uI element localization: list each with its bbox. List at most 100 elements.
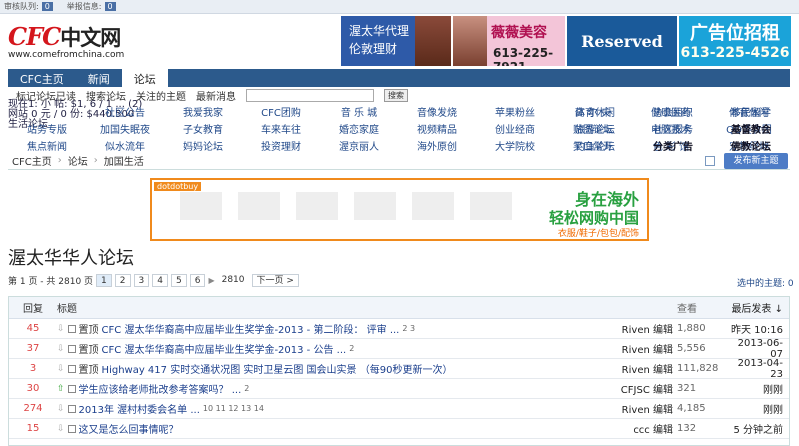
category-link[interactable]: 婚恋家庭: [320, 121, 398, 136]
table-row[interactable]: 30 ⇧ 学生应该给老师批改参考答案吗？ ... 2 CFJSC 编辑 321 刚刚: [9, 379, 789, 399]
topic-pages[interactable]: 2: [349, 344, 354, 353]
page-link-last[interactable]: 2810: [218, 274, 249, 287]
latest-news-link[interactable]: 最新消息: [196, 88, 236, 103]
category-link[interactable]: 我爱我家: [164, 104, 242, 119]
category-link[interactable]: 焦点新闻: [8, 138, 86, 153]
tab-news[interactable]: 新闻: [76, 69, 122, 87]
col-views[interactable]: 查看: [677, 300, 729, 315]
topic-pages[interactable]: 2 3: [402, 324, 415, 333]
topic-link[interactable]: CFC 渥太华华裔高中应届毕业生奖学金-2013 - 第二阶段： 评审 ...: [102, 321, 400, 336]
tab-home[interactable]: CFC主页: [8, 69, 76, 87]
table-row[interactable]: 37 ⇩ 置顶 CFC 渥太华华裔高中应届毕业生奖学金-2013 - 公告 ... 2 R…: [9, 338, 789, 360]
report-info[interactable]: 举报信息: 0: [67, 1, 116, 12]
select-checkbox[interactable]: [67, 364, 76, 373]
page-link[interactable]: 5: [170, 274, 187, 287]
site-header: CFC中文网 www.comefromchina.com 渥太华代理 伦敦理财 薇…: [0, 16, 799, 68]
watched-topics-link[interactable]: 关注的主题: [136, 88, 186, 103]
category-link[interactable]: 佛教论坛: [712, 138, 790, 153]
author[interactable]: Riven 编辑: [605, 321, 677, 336]
ad-beauty[interactable]: 薇薇美容 613-225-7921: [453, 16, 565, 66]
page-link[interactable]: 3: [133, 274, 150, 287]
author[interactable]: Riven 编辑: [605, 341, 677, 356]
category-link[interactable]: 体育休闲: [556, 104, 634, 119]
search-button[interactable]: 搜索: [384, 88, 408, 102]
category-link[interactable]: 移民留学: [712, 104, 790, 119]
table-row[interactable]: 45 ⇩ 置顶 CFC 渥太华华裔高中应届毕业生奖学金-2013 - 第二阶段： 评审…: [9, 319, 789, 339]
category-link[interactable]: CFC团购: [242, 104, 320, 119]
author[interactable]: Riven 编辑: [605, 361, 677, 376]
table-row[interactable]: 274 ⇩ 2013年 渥村村委会名单 ... 10 11 12 13 14 Riven…: [9, 399, 789, 419]
category-link[interactable]: 海外原创: [398, 138, 476, 153]
category-link[interactable]: 站务专版: [8, 121, 86, 136]
ad-for-rent[interactable]: 广告位招租 613-225-4526: [679, 16, 791, 66]
category-link[interactable]: 社区服务: [634, 121, 712, 136]
last-post-time: 刚刚: [763, 405, 783, 416]
ad-banner-dotdotbuy[interactable]: dotdotbuy 身在海外 轻松网购中国 衣服/鞋子/包包/配饰: [150, 178, 649, 241]
topic-link[interactable]: CFC 渥太华华裔高中应届毕业生奖学金-2013 - 公告 ...: [102, 341, 347, 356]
category-link[interactable]: 投资理财: [242, 138, 320, 153]
select-checkbox[interactable]: [67, 324, 76, 333]
col-last-post[interactable]: 最后发表 ↓: [729, 300, 789, 315]
audit-queue[interactable]: 审核队列: 0: [4, 1, 53, 12]
page-link[interactable]: 6: [189, 274, 206, 287]
category-link[interactable]: 钓鱼论坛: [556, 138, 634, 153]
select-checkbox[interactable]: [67, 384, 76, 393]
col-replies[interactable]: 回复: [9, 300, 57, 315]
category-grid-extra: 体育休闲 协会组织 移民留学 旅游论坛 社区服务 基督教会 钓鱼论坛 分类广告 …: [556, 104, 790, 153]
ad-reserved[interactable]: Reserved: [567, 16, 677, 66]
col-title[interactable]: 标题: [57, 300, 605, 315]
category-link[interactable]: 渥京丽人: [320, 138, 398, 153]
category-link[interactable]: 协会组织: [634, 104, 712, 119]
reply-count: 30: [26, 383, 40, 394]
author[interactable]: ccc 编辑: [605, 421, 677, 436]
select-checkbox[interactable]: [67, 344, 76, 353]
site-logo[interactable]: CFC中文网 www.comefromchina.com: [8, 22, 138, 66]
share-icon[interactable]: [705, 156, 715, 166]
breadcrumb-section[interactable]: 加国生活: [104, 153, 144, 168]
page-link[interactable]: 1: [96, 274, 112, 287]
category-link[interactable]: 社区公告: [86, 104, 164, 119]
page-link[interactable]: 2: [114, 274, 131, 287]
status-arrow-icon: ⇩: [57, 423, 65, 434]
sticky-prefix: 置顶: [78, 345, 99, 356]
category-link[interactable]: 子女教育: [164, 121, 242, 136]
table-row[interactable]: 3 ⇩ 置顶 Highway 417 实时交通状况图 实时卫星云图 国会山实景 （每9…: [9, 358, 789, 380]
table-row[interactable]: 15 ⇩ 这又是怎么回事情呢？ ccc 编辑 132 5 分钟之前: [9, 419, 789, 439]
topic-pages[interactable]: 2: [244, 384, 249, 393]
topic-pages[interactable]: 10 11 12 13 14: [203, 404, 264, 413]
search-input[interactable]: [246, 88, 374, 102]
category-link[interactable]: 大学院校: [476, 138, 554, 153]
reply-count: 3: [29, 363, 37, 374]
topic-link[interactable]: Highway 417 实时交通状况图 实时卫星云图 国会山实景 （每90秒更新…: [102, 361, 453, 376]
category-link[interactable]: 音 乐 城: [320, 104, 398, 119]
new-topic-button[interactable]: 发布新主题: [724, 153, 788, 169]
category-link[interactable]: 苹果粉丝: [476, 104, 554, 119]
breadcrumb-forum[interactable]: 论坛: [68, 153, 88, 168]
category-link[interactable]: 创业经商: [476, 121, 554, 136]
select-checkbox[interactable]: [67, 404, 76, 413]
category-link[interactable]: 音像发烧: [398, 104, 476, 119]
topic-link[interactable]: 这又是怎么回事情呢？: [79, 421, 179, 436]
ad-finance[interactable]: 渥太华代理 伦敦理财: [341, 16, 451, 66]
topic-link[interactable]: 2013年 渥村村委会名单 ...: [79, 401, 200, 416]
category-link[interactable]: 基督教会: [712, 121, 790, 136]
select-checkbox[interactable]: [67, 424, 76, 433]
category-link[interactable]: 车来车往: [242, 121, 320, 136]
category-link[interactable]: 加国失眠夜: [86, 121, 164, 136]
category-link[interactable]: 旅游论坛: [556, 121, 634, 136]
author[interactable]: Riven 编辑: [605, 401, 677, 416]
next-page-link[interactable]: 下一页 >: [251, 274, 299, 287]
page-link[interactable]: 4: [152, 274, 168, 287]
product-image: [354, 192, 396, 220]
last-post-time: 昨天 10:16: [731, 325, 783, 336]
category-link[interactable]: 妈妈论坛: [164, 138, 242, 153]
category-link[interactable]: 似水流年: [86, 138, 164, 153]
category-link[interactable]: 分类广告: [634, 138, 712, 153]
breadcrumb-home[interactable]: CFC主页: [12, 153, 52, 168]
topic-title-cell: ⇩ 2013年 渥村村委会名单 ... 10 11 12 13 14: [57, 401, 605, 417]
topic-link[interactable]: 学生应该给老师批改参考答案吗？ ...: [79, 381, 242, 396]
author[interactable]: CFJSC 编辑: [605, 381, 677, 396]
product-image: [412, 192, 454, 220]
category-link[interactable]: 视频精品: [398, 121, 476, 136]
tab-forum[interactable]: 论坛: [121, 69, 168, 87]
